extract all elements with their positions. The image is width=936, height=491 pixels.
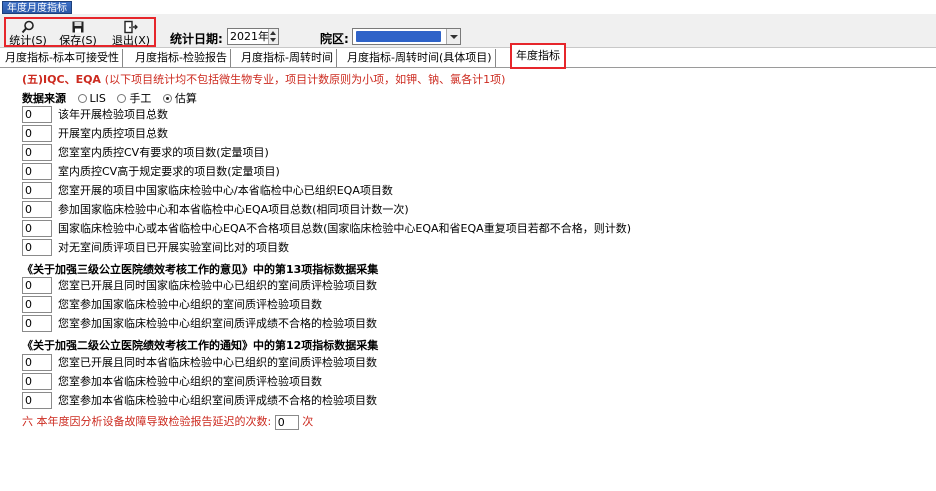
floppy-disk-icon	[72, 21, 84, 33]
item-a-5-label: 您室开展的项目中国家临床检验中心/本省临检中心已组织EQA项目数	[58, 184, 393, 197]
tab-bar: 月度指标-标本可接受性 月度指标-检验报告 月度指标-周转时间 月度指标-周转时…	[0, 43, 936, 69]
year-value: 2021年	[230, 30, 269, 43]
save-button[interactable]: 保存(S)	[57, 19, 99, 47]
chevron-down-icon[interactable]	[446, 29, 460, 44]
tab-annual-indicators[interactable]: 年度指标	[510, 43, 566, 69]
item-a-5-input[interactable]: 0	[22, 182, 52, 199]
item-a-4-input[interactable]: 0	[22, 163, 52, 180]
item-a-6-input[interactable]: 0	[22, 201, 52, 218]
radio-manual[interactable]	[117, 94, 127, 103]
spin-up-icon[interactable]	[270, 31, 276, 35]
section-6-label: 六 本年度因分析设备故障导致检验报告延迟的次数:	[22, 415, 272, 428]
item-c-3-label: 您室参加本省临床检验中心组织室间质评成绩不合格的检验项目数	[58, 394, 377, 407]
radio-manual-label: 手工	[129, 92, 152, 105]
tab-specimen-acceptability[interactable]: 月度指标-标本可接受性	[2, 49, 123, 67]
search-icon	[21, 20, 34, 34]
item-b-1-label: 您室已开展且同时国家临床检验中心已组织的室间质评检验项目数	[58, 279, 377, 292]
item-a-6-label: 参加国家临床检验中心和本省临检中心EQA项目总数(相同项目计数一次)	[58, 203, 409, 216]
radio-estimate[interactable]	[162, 94, 172, 103]
hospital-select[interactable]	[352, 28, 461, 45]
data-source-label: 数据来源	[22, 92, 66, 105]
tab-test-report[interactable]: 月度指标-检验报告	[132, 49, 231, 67]
item-b-2-label: 您室参加国家临床检验中心组织的室间质评检验项目数	[58, 298, 322, 311]
section-c-title: 《关于加强二级公立医院绩效考核工作的通知》中的第12项指标数据采集	[22, 339, 379, 352]
exit-door-icon	[124, 20, 138, 34]
item-b-3-input[interactable]: 0	[22, 315, 52, 332]
section-5-heading: (五)IQC、EQA (以下项目统计均不包括微生物专业，项目计数原则为小项，如钾…	[22, 71, 505, 87]
item-b-2-input[interactable]: 0	[22, 296, 52, 313]
data-source-row: 数据来源 LIS 手工 估算	[22, 90, 197, 106]
section-5-note: (以下项目统计均不包括微生物专业，项目计数原则为小项，如钾、钠、氯各计1项)	[104, 73, 506, 86]
item-c-1-label: 您室已开展且同时本省临床检验中心已组织的室间质评检验项目数	[58, 356, 377, 369]
section-6-unit: 次	[302, 415, 314, 428]
item-a-8-input[interactable]: 0	[22, 239, 52, 256]
window-tab[interactable]: 年度月度指标	[2, 1, 72, 14]
year-spinner[interactable]	[268, 29, 278, 44]
item-a-2-label: 开展室内质控项目总数	[58, 127, 168, 140]
redacted-hospital-value	[356, 31, 441, 42]
item-c-1-input[interactable]: 0	[22, 354, 52, 371]
radio-estimate-label: 估算	[174, 92, 197, 105]
radio-lis[interactable]	[77, 94, 87, 103]
section-6-row: 六 本年度因分析设备故障导致检验报告延迟的次数: 0 次	[22, 413, 313, 430]
stat-button-label: 统计(S)	[9, 34, 47, 47]
item-a-8-label: 对无室间质评项目已开展实验室间比对的项目数	[58, 241, 289, 254]
item-a-7-input[interactable]: 0	[22, 220, 52, 237]
item-a-3-input[interactable]: 0	[22, 144, 52, 161]
radio-lis-label: LIS	[89, 92, 106, 105]
toolbar-button-group: 统计(S) 保存(S) 退出(X)	[4, 17, 156, 47]
section-5-title: (五)IQC、EQA	[22, 73, 101, 86]
spin-down-icon[interactable]	[270, 38, 276, 42]
hospital-label: 院区:	[320, 32, 349, 46]
item-a-2-input[interactable]: 0	[22, 125, 52, 142]
item-c-2-input[interactable]: 0	[22, 373, 52, 390]
item-b-1-input[interactable]: 0	[22, 277, 52, 294]
tab-turnaround-time[interactable]: 月度指标-周转时间	[238, 49, 337, 67]
item-b-3-label: 您室参加国家临床检验中心组织室间质评成绩不合格的检验项目数	[58, 317, 377, 330]
item-c-2-label: 您室参加本省临床检验中心组织的室间质评检验项目数	[58, 375, 322, 388]
report-delay-count-input[interactable]: 0	[274, 414, 299, 430]
item-a-3-label: 您室室内质控CV有要求的项目数(定量项目)	[58, 146, 269, 159]
tab-turnaround-time-items[interactable]: 月度指标-周转时间(具体项目)	[344, 49, 496, 67]
item-a-7-label: 国家临床检验中心或本省临检中心EQA不合格项目总数(国家临床检验中心EQA和省E…	[58, 222, 631, 235]
item-a-1-input[interactable]: 0	[22, 106, 52, 123]
stat-button[interactable]: 统计(S)	[7, 19, 49, 47]
exit-button-label: 退出(X)	[111, 34, 151, 47]
date-label: 统计日期:	[170, 32, 223, 46]
item-a-1-label: 该年开展检验项目总数	[58, 108, 168, 121]
item-a-4-label: 室内质控CV高于规定要求的项目数(定量项目)	[58, 165, 280, 178]
section-b-title: 《关于加强三级公立医院绩效考核工作的意见》中的第13项指标数据采集	[22, 263, 379, 276]
item-c-3-input[interactable]: 0	[22, 392, 52, 409]
year-input[interactable]: 2021年	[227, 28, 279, 45]
save-button-label: 保存(S)	[59, 34, 97, 47]
toolbar: 统计(S) 保存(S) 退出(X) 统计日期: 2021年 院区:	[0, 14, 936, 48]
exit-button[interactable]: 退出(X)	[110, 19, 152, 47]
window-tab-strip: 年度月度指标	[0, 0, 936, 14]
